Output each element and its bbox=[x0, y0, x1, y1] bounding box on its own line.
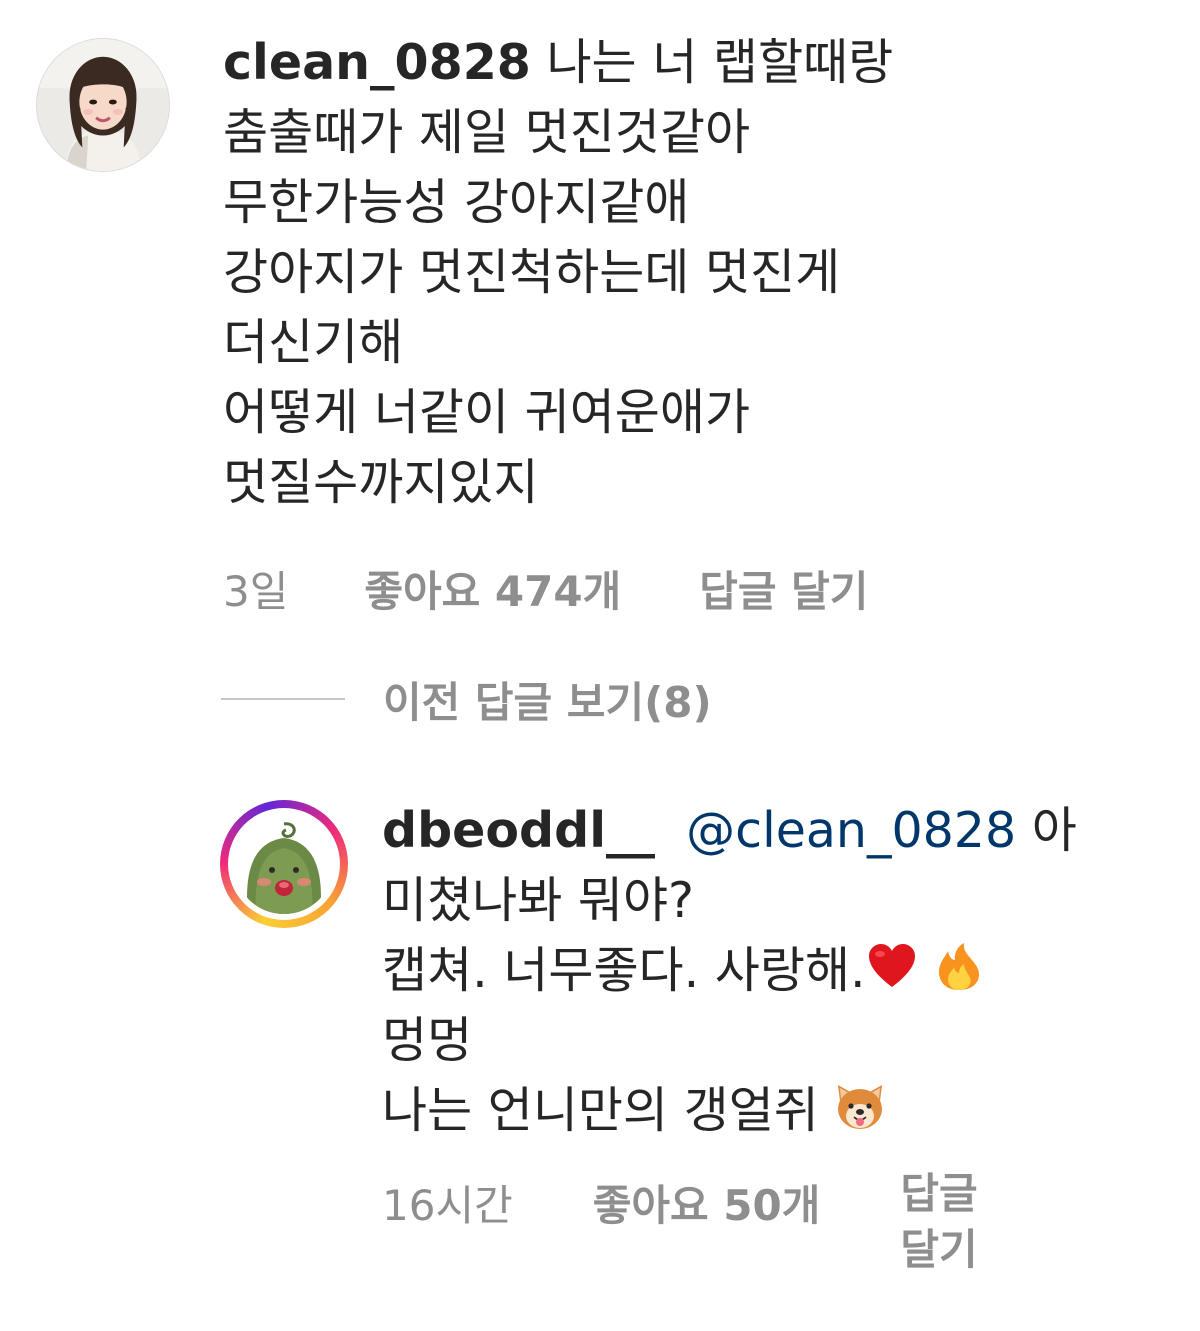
comment-line: 춤출때가 제일 멋진것같아 bbox=[223, 104, 751, 161]
comment-line: 무한가능성 강아지같애 bbox=[223, 174, 690, 231]
reply-line: 캡쳐. 너무좋다. 사랑해. bbox=[382, 942, 866, 999]
comment-line: 더신기해 bbox=[223, 314, 404, 371]
reply-meta: 16시간 좋아요 50개 답글 달기 bbox=[382, 1169, 1000, 1278]
reply-line: 미쳤나봐 뭐야? bbox=[382, 872, 695, 929]
comment-line: 나는 너 랩할때랑 bbox=[530, 34, 894, 91]
mention-link[interactable]: @clean_0828 bbox=[686, 802, 1016, 859]
view-previous-replies-button[interactable]: 이전 답글 보기(8) bbox=[221, 668, 712, 730]
fire-icon bbox=[933, 941, 985, 993]
comment-line: 어떻게 너같이 귀여운애가 bbox=[223, 384, 751, 441]
avatar-clean-0828[interactable] bbox=[36, 38, 170, 172]
likes-count-button[interactable]: 좋아요 474개 bbox=[364, 558, 621, 619]
comment-time: 3일 bbox=[223, 567, 289, 616]
story-ring-inner bbox=[228, 808, 340, 920]
red-heart-icon bbox=[866, 941, 918, 993]
dog-face-icon bbox=[834, 1081, 886, 1133]
story-ring[interactable] bbox=[220, 800, 348, 928]
reply-line: 나는 언니만의 갱얼쥐 bbox=[382, 1082, 835, 1139]
comment-line: 강아지가 멋진척하는데 멋진게 bbox=[223, 244, 841, 301]
comment-username[interactable]: clean_0828 bbox=[223, 34, 531, 91]
reply-likes-count-button[interactable]: 좋아요 50개 bbox=[593, 1181, 821, 1230]
comment-meta: 3일 좋아요 474개 답글 달기 bbox=[223, 558, 868, 619]
avatar-dbeoddl bbox=[234, 814, 334, 914]
profile-character-icon bbox=[234, 814, 334, 914]
comment-line: 멋질수까지있지 bbox=[223, 454, 539, 511]
reply-line: 멍멍 bbox=[382, 1012, 473, 1069]
profile-photo-icon bbox=[37, 39, 169, 171]
reply-button[interactable]: 답글 달기 bbox=[699, 558, 868, 619]
reply-to-reply-button[interactable]: 답글 달기 bbox=[900, 1166, 1000, 1278]
reply-text: dbeoddl__ @clean_0828 아 미쳤나봐 뭐야? 캡쳐. 너무좋… bbox=[382, 796, 1102, 1146]
divider-line bbox=[221, 698, 345, 700]
reply-time: 16시간 bbox=[382, 1181, 513, 1230]
view-replies-label: 이전 답글 보기(8) bbox=[383, 677, 712, 727]
reply-username[interactable]: dbeoddl__ bbox=[382, 802, 655, 859]
comment-text: clean_0828 나는 너 랩할때랑 춤출때가 제일 멋진것같아 무한가능성… bbox=[223, 28, 983, 518]
reply-line: 아 bbox=[1016, 802, 1077, 859]
